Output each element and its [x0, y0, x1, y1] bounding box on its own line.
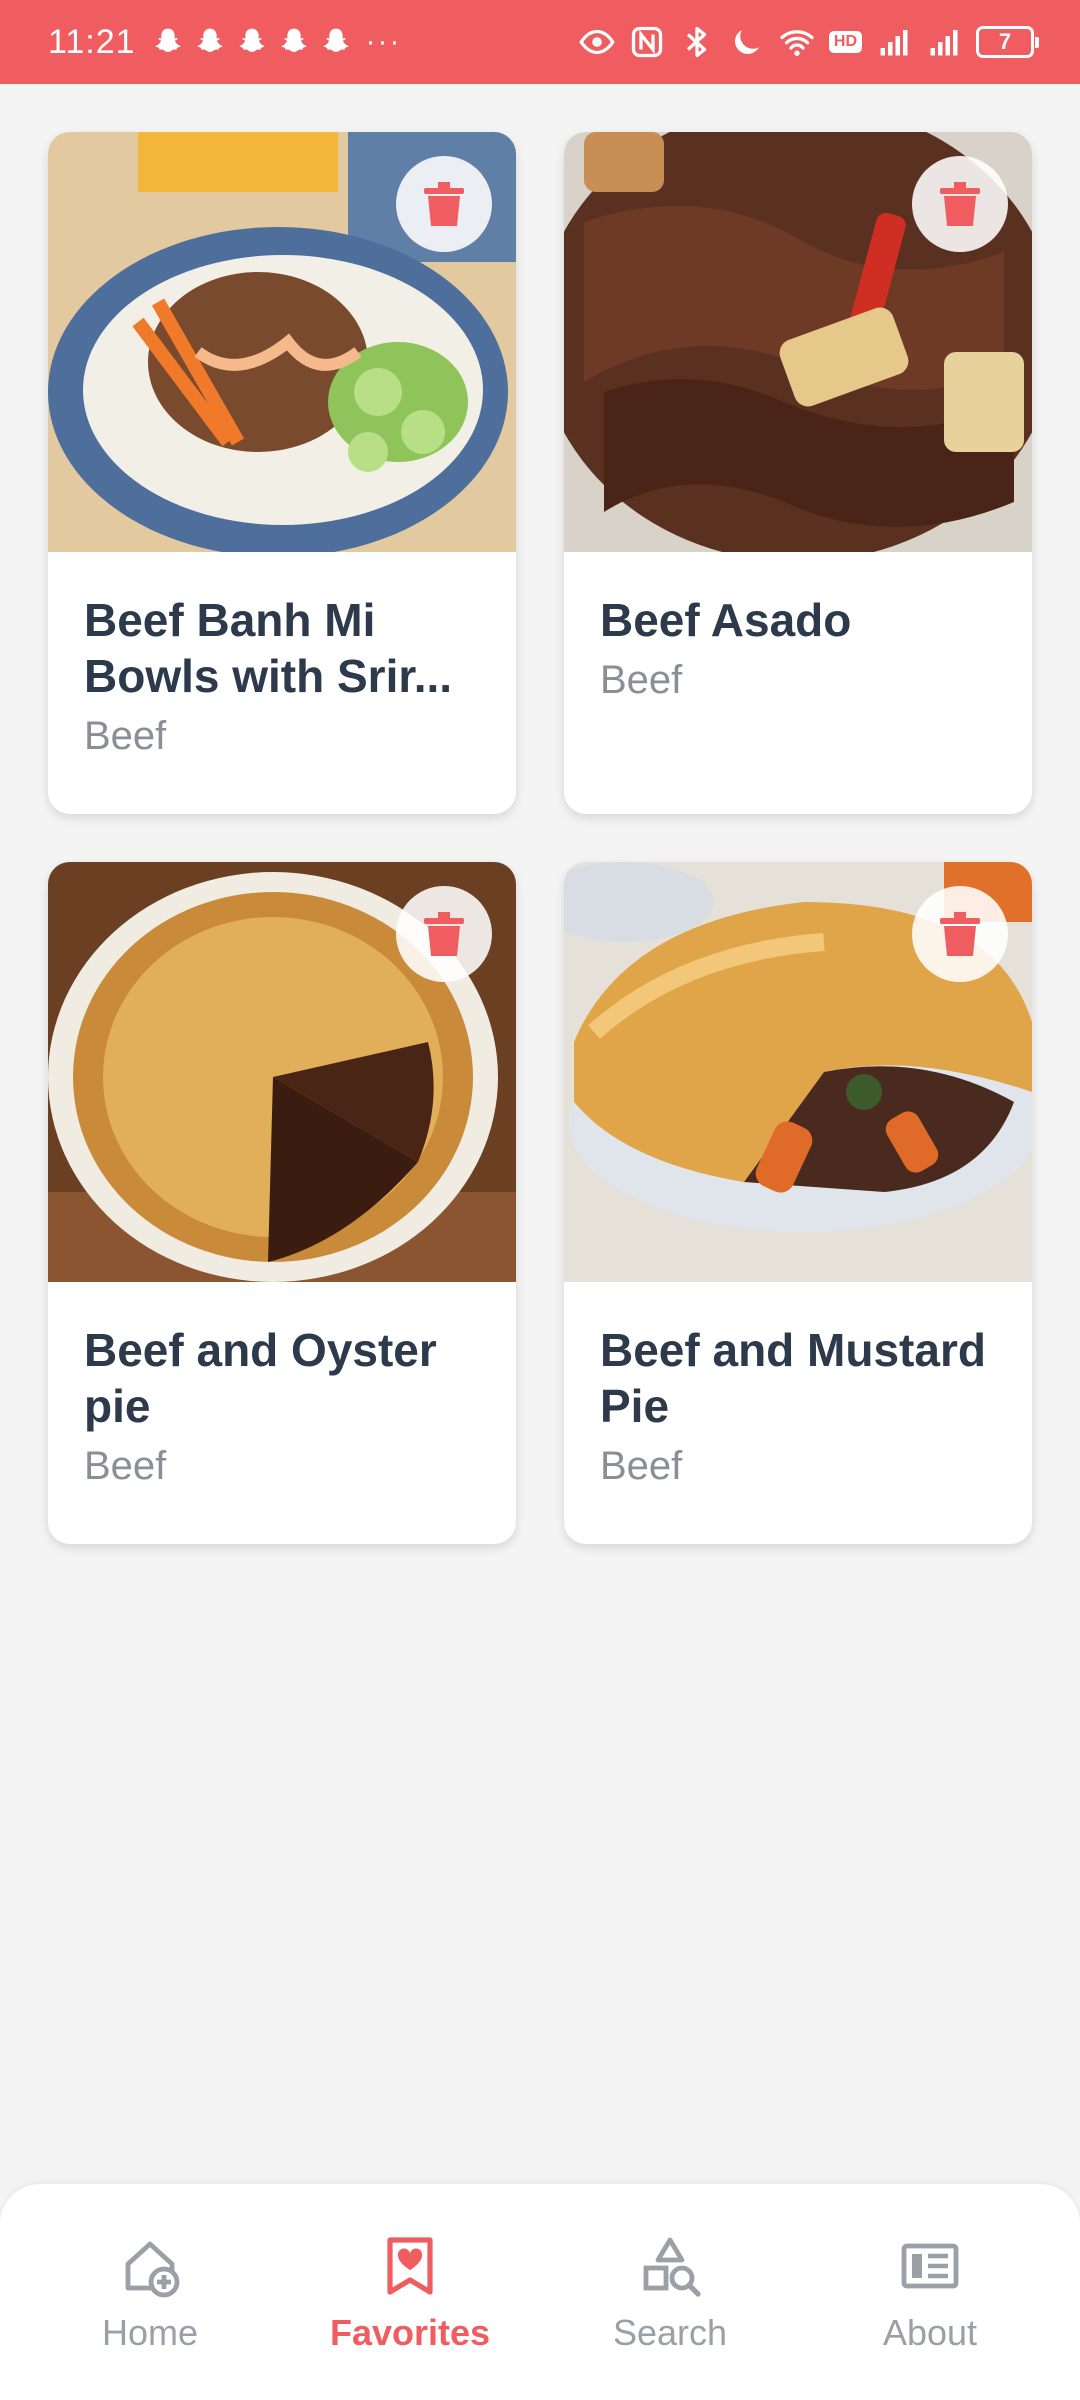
status-bar-right: HD 7 — [579, 24, 1039, 60]
recipe-card[interactable]: Beef and Oyster pie Beef — [48, 862, 516, 1544]
remove-favorite-button[interactable] — [396, 156, 492, 252]
status-bar-left: 11:21 ··· — [48, 23, 402, 62]
remove-favorite-button[interactable] — [912, 886, 1008, 982]
trash-icon — [424, 912, 464, 956]
recipe-title: Beef Banh Mi Bowls with Srir... — [84, 594, 453, 702]
trash-icon — [940, 182, 980, 226]
recipe-card[interactable]: Beef Banh Mi Bowls with Srir... Beef — [48, 132, 516, 814]
trash-icon — [424, 182, 464, 226]
snapchat-icon — [197, 28, 222, 52]
status-bar: 11:21 ··· HD 7 — [0, 0, 1080, 84]
nav-home-label: Home — [101, 2312, 199, 2353]
home-add-icon — [125, 2241, 180, 2298]
bluetooth-icon — [686, 26, 707, 58]
recipe-card[interactable]: Beef Asado Beef — [564, 132, 1032, 814]
recipe-card-body: Beef and Mustard Pie Beef — [564, 1282, 1032, 1489]
recipe-card[interactable]: Beef and Mustard Pie Beef — [564, 862, 1032, 1544]
eye-icon — [579, 29, 615, 55]
newspaper-icon — [901, 2243, 959, 2289]
recipe-title: Beef and Oyster pie — [84, 1324, 437, 1432]
recipe-card-body: Beef Asado Beef — [564, 552, 1032, 703]
nav-about-label: About — [882, 2312, 978, 2353]
favorites-grid: Beef Banh Mi Bowls with Srir... Beef Bee… — [48, 132, 1032, 1544]
nav-search-label: Search — [612, 2312, 728, 2353]
more-notifications-indicator: ··· — [365, 25, 402, 58]
battery-level: 7 — [998, 29, 1012, 54]
snapchat-icon — [323, 28, 348, 52]
snapchat-icon — [239, 28, 264, 52]
hd-voice-badge: HD — [828, 31, 862, 53]
bookmark-heart-icon — [387, 2237, 433, 2295]
wifi-icon — [780, 30, 814, 56]
recipe-title: Beef and Mustard Pie — [600, 1324, 986, 1432]
battery-indicator: 7 — [976, 26, 1039, 58]
bottom-navigation: Home Favorites Search About — [0, 2184, 1080, 2400]
nav-about[interactable]: About — [820, 2234, 1040, 2400]
nav-home[interactable]: Home — [40, 2234, 260, 2400]
nav-favorites-label: Favorites — [329, 2312, 491, 2353]
moon-icon — [734, 30, 759, 54]
recipe-card-body: Beef Banh Mi Bowls with Srir... Beef — [48, 552, 516, 759]
snapchat-icon — [155, 28, 180, 52]
remove-favorite-button[interactable] — [912, 156, 1008, 252]
recipe-card-body: Beef and Oyster pie Beef — [48, 1282, 516, 1489]
status-time: 11:21 — [48, 22, 136, 61]
signal-icon — [880, 30, 908, 56]
recipe-category: Beef — [84, 1444, 167, 1488]
nfc-icon — [631, 26, 663, 58]
recipe-category: Beef — [600, 658, 683, 702]
trash-icon — [940, 912, 980, 956]
nav-favorites[interactable]: Favorites — [300, 2234, 520, 2400]
nav-search[interactable]: Search — [560, 2234, 780, 2400]
snapchat-icon — [281, 28, 306, 52]
recipe-category: Beef — [84, 714, 167, 758]
remove-favorite-button[interactable] — [396, 886, 492, 982]
shapes-search-icon — [643, 2237, 701, 2297]
signal-icon — [930, 30, 958, 56]
recipe-title: Beef Asado — [600, 594, 852, 646]
recipe-category: Beef — [600, 1444, 683, 1488]
